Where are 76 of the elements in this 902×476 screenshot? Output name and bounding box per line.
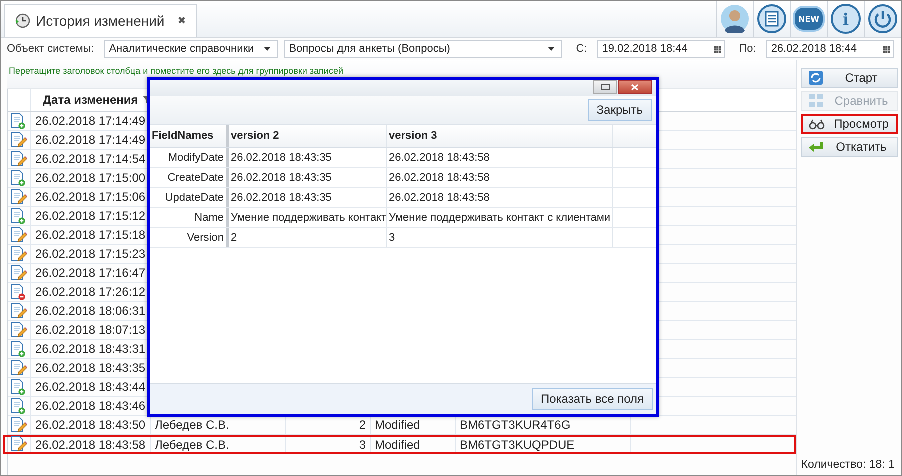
table-cell: UpdateDate <box>150 188 229 207</box>
caret-icon <box>548 47 556 51</box>
document-pencil-icon <box>10 264 28 282</box>
date-field[interactable]: 19.02.2018 18:44 <box>597 40 726 58</box>
table-cell: 26.02.2018 18:43:35 <box>229 188 387 207</box>
highlighted-row[interactable]: 26.02.2018 18:43:58 Лебедев С.В. 3 Modified BM6TGT3KUQPDUE <box>3 435 796 454</box>
document-pencil-icon <box>10 436 28 453</box>
dropdown[interactable]: Аналитические справочники <box>104 40 278 58</box>
document-plus-icon <box>10 340 26 358</box>
calendar-icon[interactable] <box>883 46 890 52</box>
document-plus-icon <box>10 170 26 186</box>
document-pencil-icon <box>10 322 28 338</box>
column-header[interactable]: FieldNames <box>150 125 229 147</box>
document-icon[interactable] <box>757 4 787 34</box>
document-pencil-icon <box>10 360 28 376</box>
table-cell: Умение поддерживать контакт <box>229 208 387 227</box>
window-icon <box>600 84 610 90</box>
close-button[interactable] <box>618 80 652 94</box>
avatar-icon[interactable] <box>721 5 749 33</box>
maximize-button[interactable] <box>593 80 617 94</box>
show-all-fields-button[interactable]: Показать все поля <box>532 388 653 410</box>
table-cell: 3 <box>286 437 371 452</box>
action-button[interactable]: Просмотр <box>801 114 898 134</box>
document-pencil-icon <box>10 302 28 320</box>
action-button[interactable]: Откатить <box>801 137 898 157</box>
action-button[interactable]: Старт <box>801 68 898 88</box>
table-cell: 26.02.2018 18:43:58 <box>387 148 613 167</box>
document-pencil-icon <box>10 132 28 148</box>
clock-icon <box>15 13 31 29</box>
group-hint: Перетащите заголовок столбца и поместите его здесь для группировки записей <box>8 66 344 76</box>
info-icon[interactable]: i <box>831 4 861 34</box>
status-count: Количество: 18: 1 <box>801 459 896 471</box>
table-cell: CreateDate <box>150 168 229 187</box>
document-pencil-icon <box>10 416 28 434</box>
date-label: По: <box>739 43 756 55</box>
date-label: С: <box>576 43 588 55</box>
table-cell: Version <box>150 228 229 247</box>
power-icon[interactable] <box>868 4 898 34</box>
calendar-icon[interactable] <box>714 46 722 52</box>
column-header[interactable]: Дата изменения <box>31 89 143 111</box>
table-cell: Name <box>150 208 229 227</box>
object-label: Объект системы: <box>7 43 94 55</box>
document-plus-icon <box>10 398 26 414</box>
table-cell: Умение поддерживать контакт с клиентами <box>387 208 613 227</box>
table-cell: Modified <box>371 437 456 452</box>
refresh-icon <box>808 70 824 86</box>
close-button[interactable]: ✖ <box>178 16 186 26</box>
table-cell: 26.02.2018 18:43:58 <box>387 188 613 207</box>
table-cell: 26.02.2018 18:43:58 <box>387 168 613 187</box>
dropdown[interactable]: Вопросы для анкеты (Вопросы) <box>284 40 562 58</box>
document-pencil-icon <box>10 226 28 244</box>
new-badge-icon[interactable]: NEW <box>793 6 825 32</box>
table-cell: 2 <box>229 228 387 247</box>
caret-icon <box>264 47 272 51</box>
glasses-icon <box>809 117 825 131</box>
table-cell: Лебедев С.В. <box>151 437 286 452</box>
document-plus-icon <box>10 208 26 224</box>
table-cell: 3 <box>387 228 613 247</box>
table-cell: ModifyDate <box>150 148 229 167</box>
document-pencil-icon <box>10 188 28 206</box>
table-cell: 26.02.2018 18:43:35 <box>229 148 387 167</box>
table-cell: 26.02.2018 18:43:58 <box>31 437 151 452</box>
tab[interactable]: История изменений ✖ <box>4 4 198 37</box>
close-dialog-button[interactable]: Закрыть <box>588 99 652 121</box>
document-pencil-icon <box>10 150 28 168</box>
compare-icon <box>808 93 824 109</box>
column-header[interactable]: version 2 <box>229 125 387 147</box>
date-field[interactable]: 26.02.2018 18:44 <box>766 40 894 58</box>
table-cell: 26.02.2018 18:43:35 <box>229 168 387 187</box>
document-pencil-icon <box>10 246 28 262</box>
document-minus-icon <box>10 284 26 300</box>
return-arrow-icon <box>808 140 824 154</box>
document-plus-icon <box>10 378 26 396</box>
column-header[interactable]: version 3 <box>387 125 613 147</box>
close-icon <box>631 84 639 90</box>
table-cell: BM6TGT3KUQPDUE <box>456 437 631 452</box>
